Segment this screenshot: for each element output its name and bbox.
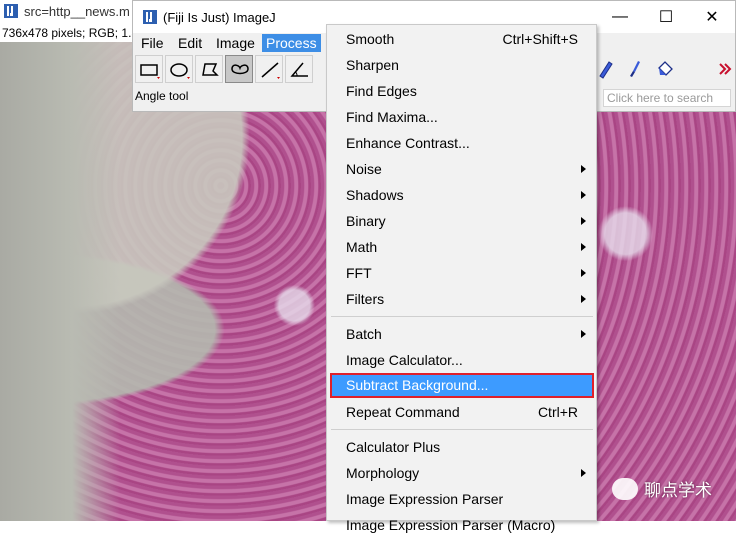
menu-item-enhance-contrast[interactable]: Enhance Contrast... xyxy=(330,131,594,155)
polygon-tool[interactable] xyxy=(195,55,223,83)
oval-icon xyxy=(170,63,190,79)
menu-item-shortcut: Ctrl+R xyxy=(537,404,578,420)
menu-item-repeat-command[interactable]: Repeat Command Ctrl+R xyxy=(330,400,594,424)
menu-item-morphology[interactable]: Morphology xyxy=(330,461,594,485)
submenu-arrow-icon xyxy=(581,469,586,477)
menu-item-binary[interactable]: Binary xyxy=(330,209,594,233)
brush-tool[interactable] xyxy=(621,55,649,83)
menu-item-label: Batch xyxy=(346,326,382,342)
wechat-icon xyxy=(612,477,638,500)
menu-item-label: Repeat Command xyxy=(346,404,460,420)
submenu-arrow-icon xyxy=(581,217,586,225)
menu-item-fft[interactable]: FFT xyxy=(330,261,594,285)
menu-separator xyxy=(331,429,593,430)
menu-item-label: Image Expression Parser (Macro) xyxy=(346,517,556,533)
menu-item-label: Image Calculator... xyxy=(346,352,463,368)
menu-item-label: Find Edges xyxy=(346,83,417,99)
image-info-text: 736x478 pixels; RGB; 1.3 xyxy=(2,26,139,40)
menu-edit[interactable]: Edit xyxy=(174,34,206,52)
menu-item-label: Binary xyxy=(346,213,386,229)
imagej-icon xyxy=(4,4,18,23)
menu-file[interactable]: File xyxy=(137,34,168,52)
watermark-text: 聊点学术 xyxy=(644,481,712,500)
menu-item-label: Math xyxy=(346,239,378,255)
maximize-button[interactable]: ☐ xyxy=(643,1,689,33)
menu-item-smooth[interactable]: Smooth Ctrl+Shift+S xyxy=(330,27,594,51)
flood-fill-tool[interactable] xyxy=(651,55,679,83)
menu-item-label: Calculator Plus xyxy=(346,439,441,455)
submenu-arrow-icon xyxy=(581,243,586,251)
rectangle-icon xyxy=(140,64,160,79)
polygon-icon xyxy=(202,63,219,76)
menu-item-label: Enhance Contrast... xyxy=(346,135,470,151)
menu-item-label: Sharpen xyxy=(346,57,399,73)
pencil-icon xyxy=(599,61,613,79)
angle-icon xyxy=(290,62,308,77)
menu-item-math[interactable]: Math xyxy=(330,235,594,259)
menu-item-label: Noise xyxy=(346,161,382,177)
tissue-edge xyxy=(0,42,120,521)
search-input[interactable]: Click here to search xyxy=(603,89,731,107)
submenu-arrow-icon xyxy=(581,165,586,173)
menu-item-image-expression-parser[interactable]: Image Expression Parser xyxy=(330,487,594,511)
line-tool[interactable] xyxy=(255,55,283,83)
menu-separator xyxy=(331,316,593,317)
menu-item-label: Smooth xyxy=(346,31,395,47)
imagej-title: (Fiji Is Just) ImageJ xyxy=(163,10,276,25)
menu-item-label: Shadows xyxy=(346,187,404,203)
menu-item-find-maxima[interactable]: Find Maxima... xyxy=(330,105,594,129)
freehand-tool[interactable] xyxy=(225,55,253,83)
flood-fill-icon xyxy=(658,61,673,76)
menu-item-label: Morphology xyxy=(346,465,420,481)
angle-tool[interactable] xyxy=(285,55,313,83)
menu-item-label: Filters xyxy=(346,291,385,307)
watermark: 聊点学术 xyxy=(612,476,712,501)
menu-process[interactable]: Process xyxy=(262,34,321,52)
menu-item-label: FFT xyxy=(346,265,372,281)
freehand-icon xyxy=(231,64,249,75)
brush-icon xyxy=(630,61,640,77)
double-chevron-right-icon xyxy=(719,63,732,75)
menu-item-shadows[interactable]: Shadows xyxy=(330,183,594,207)
submenu-arrow-icon xyxy=(581,191,586,199)
menu-item-subtract-background[interactable]: Subtract Background... xyxy=(330,373,594,398)
more-tools-button[interactable] xyxy=(711,55,736,83)
imagej-icon xyxy=(143,10,157,29)
menu-item-batch[interactable]: Batch xyxy=(330,322,594,346)
process-dropdown-menu: Smooth Ctrl+Shift+S Sharpen Find Edges F… xyxy=(326,24,597,533)
menu-item-find-edges[interactable]: Find Edges xyxy=(330,79,594,103)
menu-item-image-calculator[interactable]: Image Calculator... xyxy=(330,348,594,372)
oval-tool[interactable] xyxy=(165,55,193,83)
submenu-arrow-icon xyxy=(581,269,586,277)
menu-item-image-expression-parser-macro[interactable]: Image Expression Parser (Macro) xyxy=(330,513,594,537)
menu-item-label: Image Expression Parser xyxy=(346,491,504,507)
submenu-arrow-icon xyxy=(581,330,586,338)
menu-item-shortcut: Ctrl+Shift+S xyxy=(502,31,578,47)
menu-image[interactable]: Image xyxy=(212,34,259,52)
minimize-button[interactable]: — xyxy=(597,1,643,33)
line-icon xyxy=(261,62,280,79)
menu-item-sharpen[interactable]: Sharpen xyxy=(330,53,594,77)
close-button[interactable]: ✕ xyxy=(689,1,735,33)
image-window-title: src=http__news.m xyxy=(24,4,130,19)
menu-item-label: Subtract Background... xyxy=(346,377,489,393)
menu-item-noise[interactable]: Noise xyxy=(330,157,594,181)
status-text: Angle tool xyxy=(135,89,189,103)
menu-item-label: Find Maxima... xyxy=(346,109,438,125)
menu-item-filters[interactable]: Filters xyxy=(330,287,594,311)
rectangle-tool[interactable] xyxy=(135,55,163,83)
menu-item-calculator-plus[interactable]: Calculator Plus xyxy=(330,435,594,459)
submenu-arrow-icon xyxy=(581,295,586,303)
